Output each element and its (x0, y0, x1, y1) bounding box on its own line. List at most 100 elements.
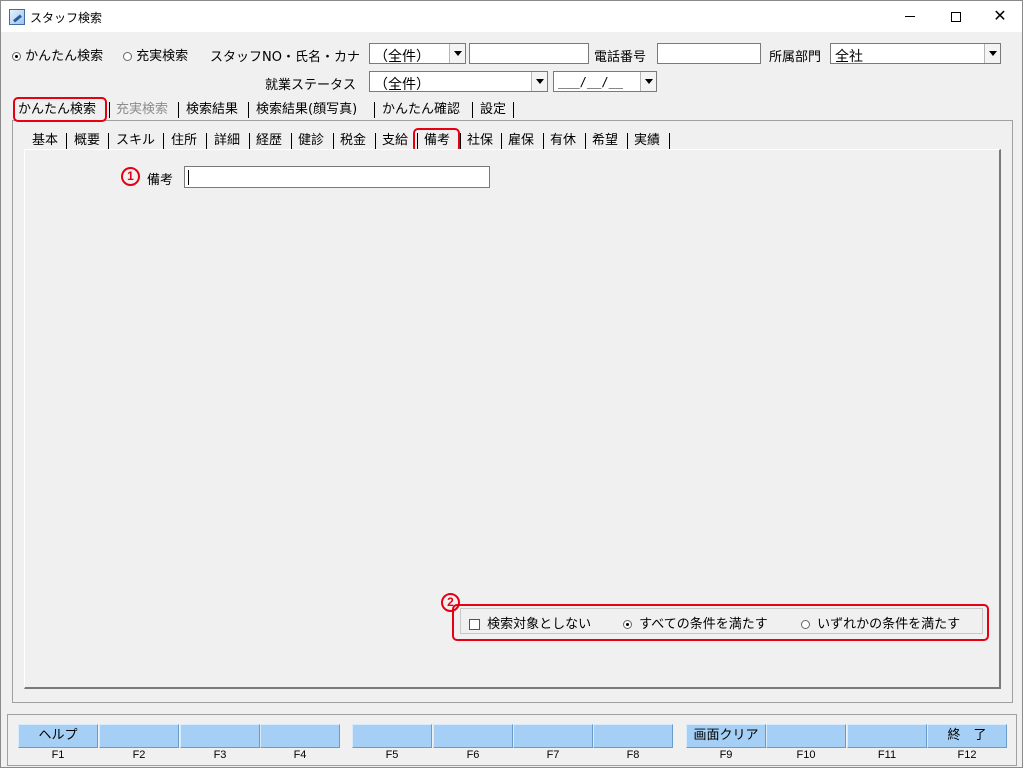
tab-separator (249, 133, 250, 149)
subtab-overview[interactable]: 概要 (74, 131, 100, 151)
dropdown-arrow-icon (984, 44, 1000, 63)
f1-help-button[interactable]: ヘルプ (18, 724, 98, 748)
minimize-button[interactable] (887, 1, 933, 32)
mode-simple-radio[interactable]: かんたん検索 (12, 45, 103, 64)
remarks-label: 備考 (147, 173, 174, 188)
subtab-payment[interactable]: 支給 (382, 131, 408, 151)
subtab-label: 税金 (340, 133, 367, 148)
f4-key-label: F4 (293, 749, 307, 761)
staff-search-input[interactable] (469, 43, 589, 64)
mode-simple-label: かんたん検索 (25, 49, 104, 64)
annotation-1: 1 (121, 167, 140, 186)
status-select[interactable]: （全件） (369, 71, 548, 93)
dept-select[interactable]: 全社 (830, 43, 1001, 65)
staff-type-value: （全件） (374, 49, 430, 65)
subtab-label: 基本 (32, 133, 59, 148)
status-label: 就業ステータス (265, 78, 357, 93)
subtab-label: 経歴 (256, 133, 283, 148)
f11-button[interactable] (847, 724, 927, 748)
subtab-detail[interactable]: 詳細 (214, 131, 240, 151)
phone-input[interactable] (657, 43, 761, 64)
f12-key-label: F12 (957, 749, 977, 761)
f9-clear-button[interactable]: 画面クリア (686, 724, 766, 748)
dept-label: 所属部門 (769, 50, 822, 65)
tab-separator (501, 133, 502, 149)
text-caret (188, 170, 189, 185)
subtab-tax[interactable]: 税金 (340, 131, 366, 151)
subtab-label: 実績 (634, 133, 661, 148)
f10-button[interactable] (766, 724, 846, 748)
maximize-icon (951, 11, 961, 22)
f8-button[interactable] (593, 724, 673, 748)
tab-results[interactable]: 検索結果 (186, 99, 238, 121)
tab-separator (163, 133, 164, 149)
subtab-label: 健診 (298, 133, 325, 148)
tab-label: かんたん確認 (382, 102, 461, 117)
date-picker[interactable]: ___/__/__ (553, 71, 657, 92)
tab-separator (109, 102, 110, 118)
tab-full-search[interactable]: 充実検索 (116, 99, 168, 121)
f4-button[interactable] (260, 724, 340, 748)
close-button[interactable]: ✕ (977, 1, 1023, 32)
f6-button[interactable] (433, 724, 513, 748)
f3-button[interactable] (180, 724, 260, 748)
staff-label: スタッフNO・氏名・カナ (210, 50, 360, 65)
dropdown-arrow-icon (640, 72, 656, 91)
tab-separator (472, 102, 473, 118)
maximize-button[interactable] (933, 1, 979, 32)
tab-separator (585, 133, 586, 149)
subtab-basic[interactable]: 基本 (32, 131, 58, 151)
f7-key-label: F7 (546, 749, 560, 761)
app-icon (9, 9, 25, 25)
title-bar: スタッフ検索 ✕ (1, 1, 1022, 32)
subtab-skill[interactable]: スキル (116, 131, 155, 151)
minimize-icon (905, 16, 915, 17)
staff-type-select[interactable]: （全件） (369, 43, 466, 65)
highlight-simple-search-tab (13, 97, 107, 122)
tab-label: 設定 (480, 102, 507, 117)
tab-separator (460, 133, 461, 149)
subtab-wishes[interactable]: 希望 (592, 131, 618, 151)
date-value: ___/__/__ (558, 75, 624, 89)
subtab-label: 概要 (74, 133, 101, 148)
f1-key-label: F1 (51, 749, 65, 761)
tab-separator (206, 133, 207, 149)
close-icon: ✕ (993, 6, 1007, 25)
tab-results-photo[interactable]: 検索結果(顔写真) (256, 99, 357, 121)
tab-separator (627, 133, 628, 149)
dropdown-arrow-icon (531, 72, 547, 91)
tab-label: 検索結果 (186, 102, 239, 117)
window-title: スタッフ検索 (30, 11, 103, 25)
f2-button[interactable] (99, 724, 179, 748)
subtab-employment-insurance[interactable]: 雇保 (508, 131, 534, 151)
remarks-input[interactable] (184, 166, 490, 188)
subtab-paid-leave[interactable]: 有休 (550, 131, 576, 151)
subtab-label: 支給 (382, 133, 409, 148)
tab-simple-confirm[interactable]: かんたん確認 (382, 99, 460, 121)
phone-label: 電話番号 (594, 50, 647, 65)
dept-value: 全社 (835, 49, 863, 65)
subtab-results[interactable]: 実績 (634, 131, 660, 151)
subtab-address[interactable]: 住所 (171, 131, 197, 151)
tab-separator (291, 133, 292, 149)
f5-button[interactable] (352, 724, 432, 748)
tab-settings[interactable]: 設定 (480, 99, 506, 121)
subtab-history[interactable]: 経歴 (256, 131, 282, 151)
subtab-label: 住所 (171, 133, 198, 148)
f10-key-label: F10 (796, 749, 816, 761)
f11-key-label: F11 (877, 749, 897, 761)
highlight-condition-options (452, 604, 989, 641)
tab-separator (375, 133, 376, 149)
f9-key-label: F9 (719, 749, 733, 761)
subtab-social-insurance[interactable]: 社保 (467, 131, 493, 151)
tab-label: 検索結果(顔写真) (256, 102, 358, 117)
subtab-label: スキル (116, 133, 156, 148)
radio-unchecked-icon (123, 52, 132, 61)
subtab-health[interactable]: 健診 (298, 131, 324, 151)
dropdown-arrow-icon (449, 44, 465, 63)
mode-full-radio[interactable]: 充実検索 (123, 45, 188, 64)
tab-separator (543, 133, 544, 149)
f7-button[interactable] (513, 724, 593, 748)
f12-exit-button[interactable]: 終 了 (927, 724, 1007, 748)
mode-full-label: 充実検索 (136, 49, 189, 64)
